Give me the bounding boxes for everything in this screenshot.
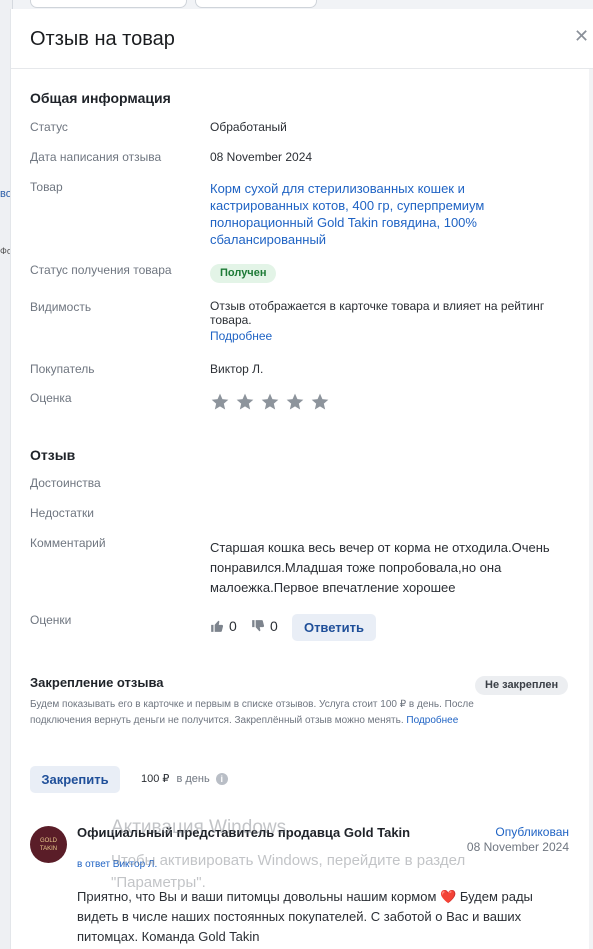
panel-header: Отзыв на товар ✕	[11, 9, 593, 69]
cons-label: Недостатки	[30, 506, 94, 520]
visibility-label: Видимость	[30, 300, 92, 314]
rating-stars	[210, 392, 330, 412]
review-panel: Отзыв на товар ✕ Общая информация Статус…	[10, 9, 593, 949]
reply-in-answer-to[interactable]: в ответ Виктор Л.	[77, 859, 157, 870]
visibility-more-link[interactable]: Подробнее	[210, 329, 272, 343]
star-icon	[236, 393, 254, 410]
dislike-button[interactable]: 0	[251, 618, 278, 634]
votes-label: Оценки	[30, 613, 72, 627]
buyer-value: Виктор Л.	[210, 362, 264, 376]
star-icon	[286, 393, 304, 410]
visibility-text: Отзыв отображается в карточке товара и в…	[210, 299, 545, 327]
page-title: Отзыв на товар	[30, 28, 175, 50]
receipt-status-badge: Получен	[210, 264, 277, 283]
status-value: Обработаный	[210, 120, 287, 134]
avatar: GOLD TAKIN	[30, 826, 67, 863]
thumbs-down-icon	[252, 620, 265, 632]
date-value: 08 November 2024	[210, 150, 313, 164]
background-tab	[30, 0, 187, 8]
background-tab	[195, 0, 317, 8]
date-label: Дата написания отзыва	[30, 150, 162, 164]
pin-price-value: 100 ₽	[141, 773, 170, 785]
review-heading: Отзыв	[30, 447, 76, 463]
reply-button[interactable]: Ответить	[292, 614, 376, 641]
pin-more-link[interactable]: Подробнее	[406, 715, 458, 726]
scrollbar[interactable]	[589, 69, 593, 949]
avatar-logo-text: GOLD	[39, 837, 57, 844]
pin-button[interactable]: Закрепить	[30, 766, 120, 793]
pin-status-badge: Не закреплен	[475, 676, 569, 695]
reply-text: Приятно, что Вы и ваши питомцы довольны …	[77, 889, 533, 944]
comment-label: Комментарий	[30, 536, 106, 550]
close-icon[interactable]: ✕	[574, 26, 589, 47]
buyer-label: Покупатель	[30, 362, 95, 376]
comment-text: Старшая кошка весь вечер от корма не отх…	[210, 540, 550, 595]
avatar-logo-text: TAKIN	[39, 845, 58, 852]
star-icon	[311, 393, 329, 410]
reply-author: Официальный представитель продавца Gold …	[77, 825, 411, 840]
reply-date: 08 November 2024	[466, 840, 569, 854]
general-info-heading: Общая информация	[30, 90, 171, 106]
pin-heading: Закрепление отзыва	[30, 675, 164, 690]
like-button[interactable]: 0	[210, 618, 237, 634]
visibility-value: Отзыв отображается в карточке товара и в…	[210, 299, 570, 343]
info-icon[interactable]: i	[215, 773, 228, 786]
status-label: Статус	[30, 120, 68, 134]
pin-price-unit: в день	[176, 773, 210, 785]
pros-label: Достоинства	[30, 476, 101, 490]
rating-label: Оценка	[30, 391, 72, 405]
product-link[interactable]: Корм сухой для стерилизованных кошек и к…	[210, 180, 540, 248]
star-icon	[261, 393, 279, 410]
receipt-status-label: Статус получения товара	[30, 263, 172, 277]
product-label: Товар	[30, 180, 63, 194]
reply-status: Опубликован	[495, 825, 569, 839]
pin-price: 100 ₽ в день i	[141, 772, 228, 786]
likes-count: 0	[229, 618, 237, 634]
star-icon	[211, 393, 229, 410]
pin-description: Будем показывать его в карточке и первым…	[30, 697, 480, 729]
thumbs-up-icon	[211, 620, 224, 632]
windows-watermark-text: Чтобы активировать Windows, перейдите в …	[111, 852, 466, 869]
dislikes-count: 0	[270, 618, 278, 634]
